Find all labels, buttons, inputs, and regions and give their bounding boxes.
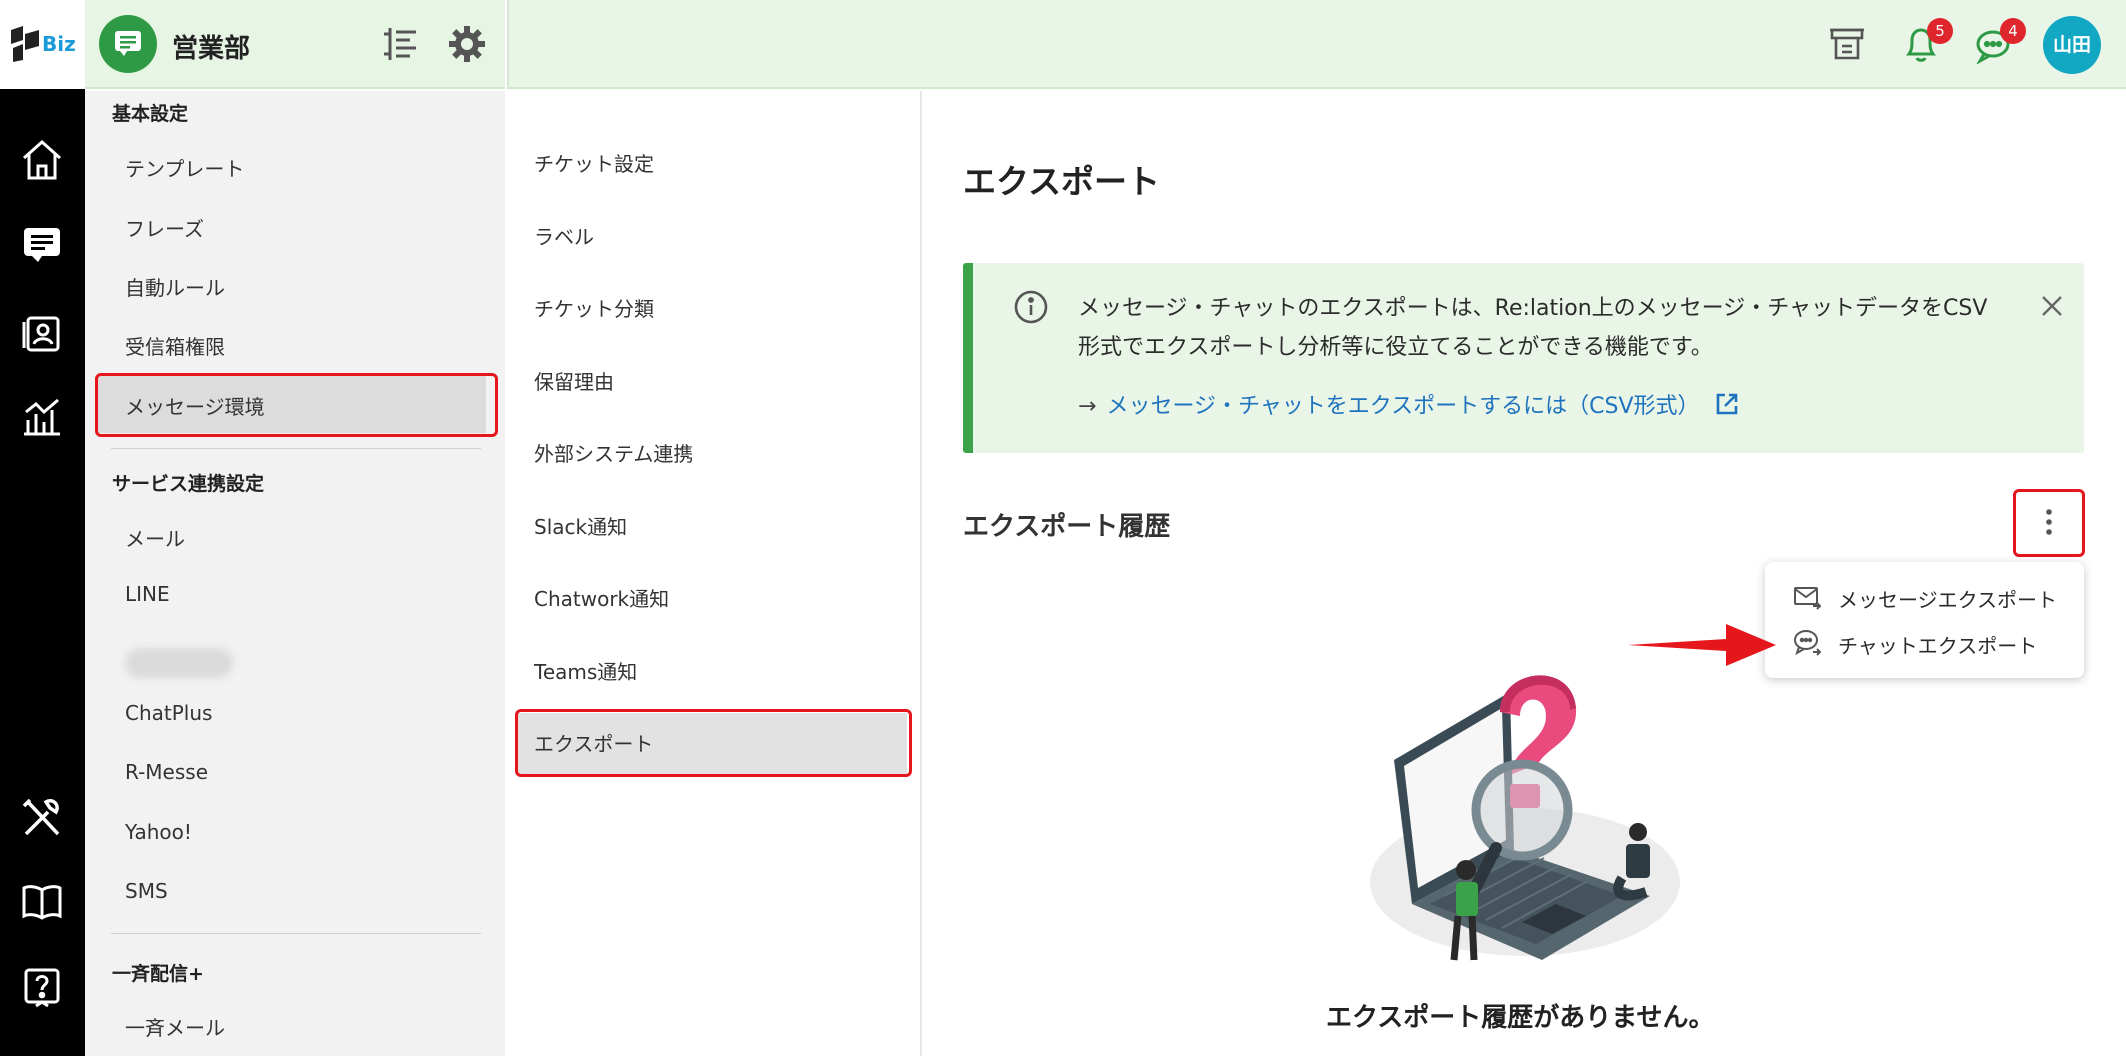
- help-icon[interactable]: [18, 964, 66, 1012]
- contacts-icon[interactable]: [18, 308, 66, 356]
- layout-filter-icon[interactable]: [380, 24, 420, 64]
- section-heading-basic: 基本設定: [112, 103, 189, 125]
- avatar[interactable]: 山田: [2043, 16, 2101, 74]
- sub-nav: チケット設定 ラベル チケット分類 保留理由 外部システム連携 Slack通知 …: [507, 91, 922, 1056]
- sub-item-slack[interactable]: Slack通知: [534, 511, 627, 540]
- analytics-icon[interactable]: [18, 392, 66, 440]
- close-icon[interactable]: [2039, 293, 2065, 319]
- info-text: メッセージ・チャットのエクスポートは、Re:lation上のメッセージ・チャット…: [1078, 296, 1988, 360]
- empty-state-illustration: [1370, 675, 1680, 961]
- arrow-right-icon: →: [1078, 394, 1097, 419]
- sub-item-ticket-settings[interactable]: チケット設定: [534, 148, 654, 177]
- section-heading-service: サービス連携設定: [112, 473, 265, 495]
- help-article-link[interactable]: メッセージ・チャットをエクスポートするには（CSV形式）: [1106, 394, 1699, 419]
- menu-item-message-export[interactable]: メッセージエクスポート: [1765, 574, 2084, 620]
- nav-item-template[interactable]: テンプレート: [125, 153, 244, 182]
- home-icon[interactable]: [18, 136, 66, 184]
- team-inbox-icon: [115, 31, 141, 56]
- nav-item-mail[interactable]: メール: [125, 523, 185, 552]
- logo-mark-icon: [11, 26, 39, 62]
- book-icon[interactable]: [18, 878, 66, 926]
- nav-item-auto-rule[interactable]: 自動ルール: [125, 272, 225, 301]
- menu-item-label: チャットエクスポート: [1838, 634, 2038, 658]
- page-title: エクスポート: [963, 162, 1161, 201]
- logo[interactable]: Biz: [0, 0, 85, 89]
- nav-item-line[interactable]: LINE: [125, 582, 170, 606]
- divider: [111, 448, 481, 449]
- tickets-icon[interactable]: [18, 220, 66, 268]
- notification-count-badge: 5: [1927, 18, 1953, 44]
- external-link-icon[interactable]: [1714, 391, 1740, 417]
- gear-icon[interactable]: [447, 24, 487, 64]
- tools-icon[interactable]: [18, 794, 66, 842]
- chat-count-badge: 4: [2000, 18, 2026, 44]
- chat-export-icon: [1794, 630, 1821, 656]
- sub-item-hold-reason[interactable]: 保留理由: [534, 366, 614, 395]
- team-name: 営業部: [172, 34, 251, 64]
- settings-nav: 基本設定 テンプレート フレーズ 自動ルール 受信箱権限 メッセージ環境 サービ…: [85, 91, 505, 1056]
- sub-item-label[interactable]: ラベル: [534, 221, 594, 250]
- kebab-icon: [2046, 509, 2052, 535]
- more-options-button[interactable]: [2013, 489, 2085, 557]
- sub-item-external-system[interactable]: 外部システム連携: [534, 438, 693, 467]
- export-menu: メッセージエクスポート チャットエクスポート: [1765, 562, 2084, 678]
- info-link-row: → メッセージ・チャットをエクスポートするには（CSV形式）: [1078, 388, 1740, 420]
- info-icon: [1014, 290, 1048, 324]
- team-header: 営業部: [85, 0, 505, 89]
- notifications[interactable]: 5: [1903, 18, 1953, 64]
- section-heading-broadcast: 一斉配信+: [112, 963, 204, 985]
- info-banner: メッセージ・チャットのエクスポートは、Re:lation上のメッセージ・チャット…: [963, 263, 2084, 453]
- sub-item-chatwork[interactable]: Chatwork通知: [534, 583, 669, 612]
- app-rail: Biz: [0, 0, 85, 1056]
- nav-item-inbox-permission[interactable]: 受信箱権限: [125, 331, 225, 360]
- team-badge[interactable]: [99, 15, 157, 73]
- chat-notifications[interactable]: 4: [1974, 18, 2026, 65]
- nav-item-redacted[interactable]: [125, 648, 233, 678]
- divider: [111, 933, 481, 934]
- nav-item-phrase[interactable]: フレーズ: [125, 213, 204, 242]
- sub-item-ticket-category[interactable]: チケット分類: [534, 293, 654, 322]
- logo-text: Biz: [42, 32, 76, 56]
- top-bar: [507, 0, 2126, 89]
- empty-state-text: エクスポート履歴がありません。: [1326, 1003, 1715, 1033]
- nav-item-sms[interactable]: SMS: [125, 879, 168, 903]
- sub-item-teams[interactable]: Teams通知: [534, 656, 637, 685]
- highlight-outline-export: [515, 709, 912, 777]
- nav-item-yahoo[interactable]: Yahoo!: [125, 820, 192, 844]
- nav-item-chatplus[interactable]: ChatPlus: [125, 701, 212, 725]
- menu-item-chat-export[interactable]: チャットエクスポート: [1765, 620, 2084, 666]
- ticket-stack-icon[interactable]: [1828, 24, 1866, 64]
- mail-export-icon: [1794, 587, 1821, 610]
- nav-item-r-messe[interactable]: R-Messe: [125, 760, 208, 784]
- highlight-outline-message-env: [95, 373, 498, 437]
- menu-item-label: メッセージエクスポート: [1838, 588, 2057, 612]
- export-history-title: エクスポート履歴: [963, 512, 1171, 542]
- nav-item-bulk-mail[interactable]: 一斉メール: [125, 1012, 225, 1041]
